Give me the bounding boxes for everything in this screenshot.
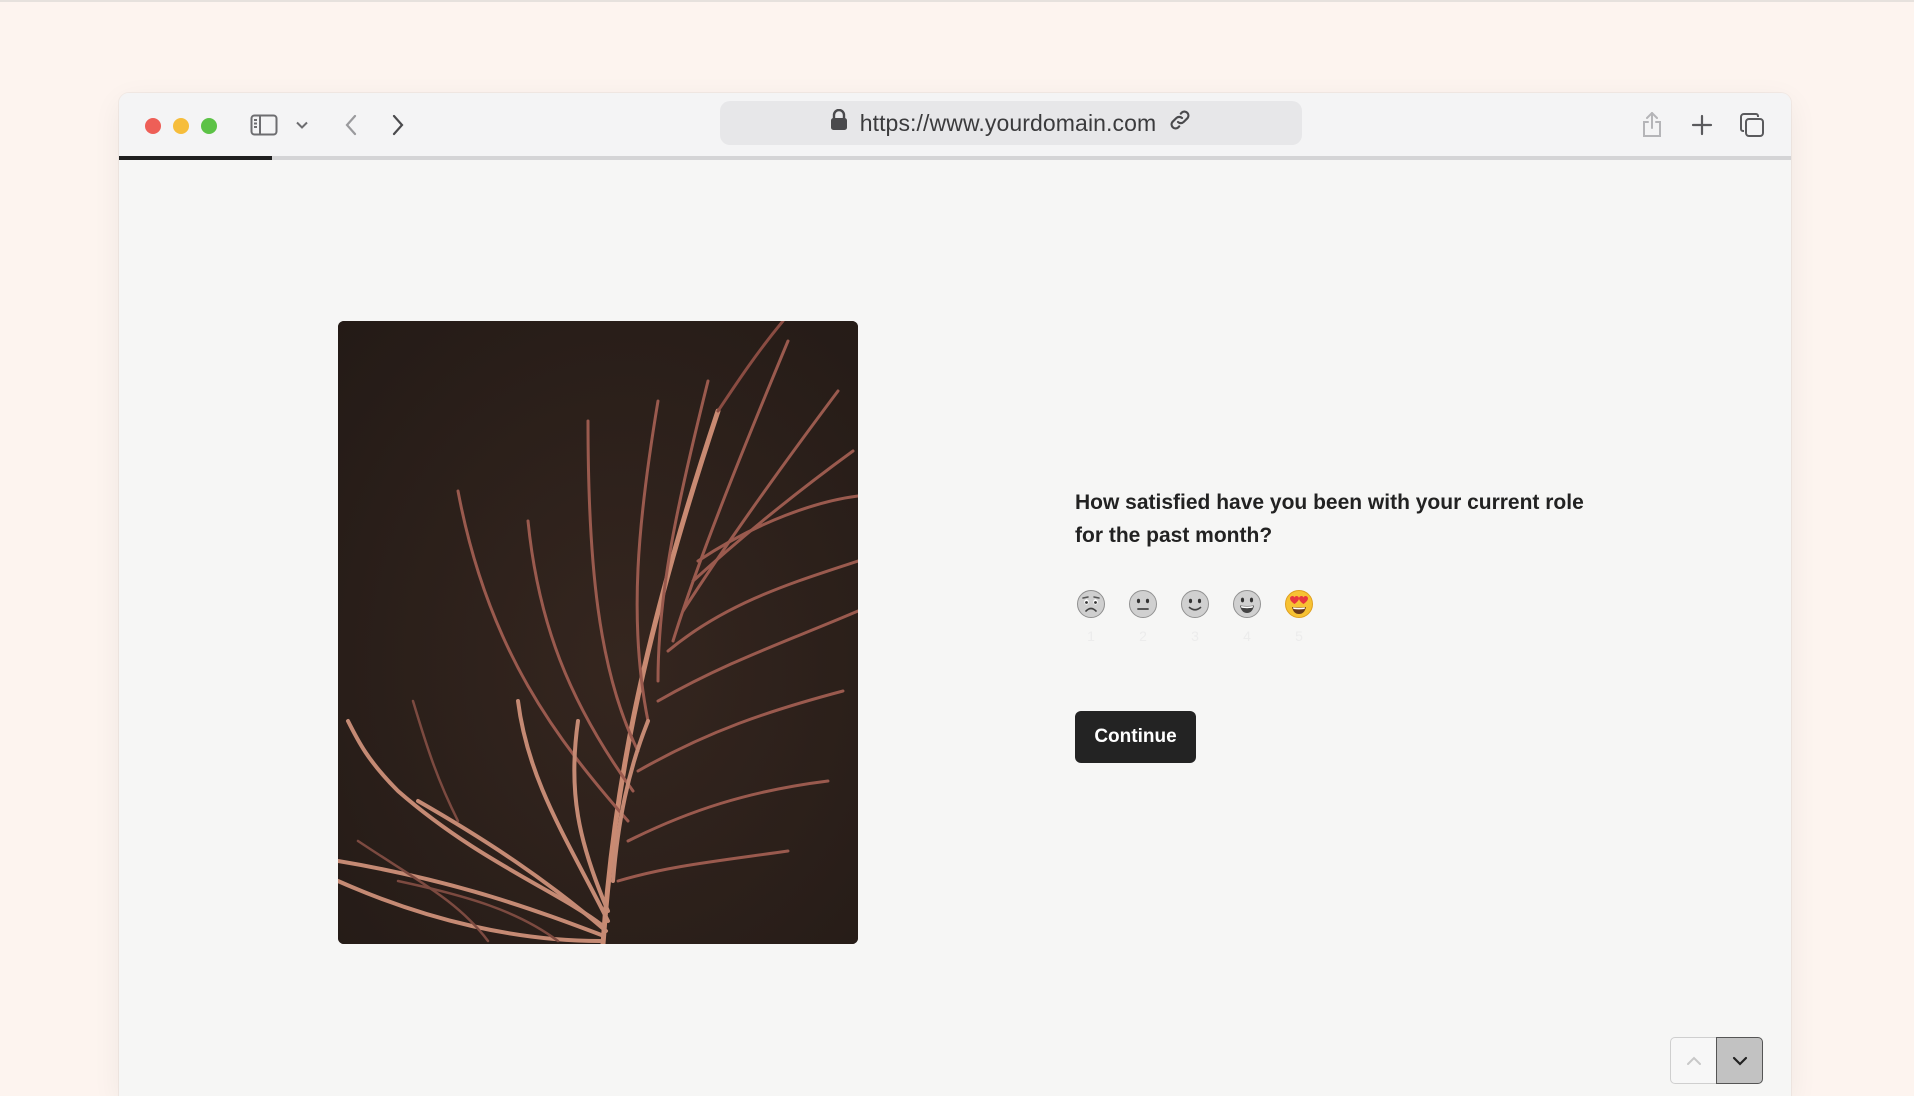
- neutral-face-icon: [1129, 590, 1157, 618]
- page-progress-fill: [119, 156, 272, 160]
- chevron-down-icon: [1732, 1056, 1747, 1066]
- link-icon[interactable]: [1168, 108, 1192, 138]
- dried-palm-leaf-photo: [338, 321, 858, 944]
- forward-arrow-icon[interactable]: [387, 112, 409, 138]
- screen-top-edge: [0, 0, 1914, 2]
- worried-face-icon: [1077, 590, 1105, 618]
- browser-window: https://www.yourdomain.com How satisfied…: [119, 93, 1791, 1096]
- rating-option-4[interactable]: 4: [1231, 589, 1263, 645]
- slightly-smiling-face-icon: [1181, 590, 1209, 618]
- back-arrow-icon[interactable]: [340, 112, 362, 138]
- previous-question-button[interactable]: [1670, 1037, 1717, 1084]
- zoom-window-button[interactable]: [201, 118, 217, 134]
- grinning-face-icon: [1233, 590, 1261, 618]
- rating-option-2[interactable]: 2: [1127, 589, 1159, 645]
- rating-option-5[interactable]: 5: [1283, 589, 1315, 645]
- rating-number: 4: [1243, 628, 1251, 644]
- close-window-button[interactable]: [145, 118, 161, 134]
- survey-question: How satisfied have you been with your cu…: [1075, 491, 1584, 547]
- browser-toolbar: https://www.yourdomain.com: [119, 93, 1791, 156]
- rating-number: 1: [1087, 628, 1095, 644]
- minimize-window-button[interactable]: [173, 118, 189, 134]
- share-icon[interactable]: [1639, 111, 1665, 139]
- rating-option-3[interactable]: 3: [1179, 589, 1211, 645]
- rating-option-1[interactable]: 1: [1075, 589, 1107, 645]
- rating-number: 3: [1191, 628, 1199, 644]
- tab-overview-icon[interactable]: [1738, 111, 1766, 139]
- continue-button[interactable]: Continue: [1075, 711, 1196, 763]
- heart-eyes-face-icon: [1285, 590, 1313, 618]
- page-progress-bar: [119, 156, 1791, 160]
- next-question-button[interactable]: [1716, 1037, 1763, 1084]
- lock-icon: [830, 108, 848, 137]
- address-bar[interactable]: https://www.yourdomain.com: [720, 101, 1302, 145]
- sidebar-toggle-icon[interactable]: [250, 112, 278, 138]
- rating-number: 2: [1139, 628, 1147, 644]
- chevron-up-icon: [1686, 1056, 1701, 1065]
- satisfaction-rating: 1 2 3 4 5: [1075, 589, 1315, 645]
- url-text: https://www.yourdomain.com: [859, 109, 1157, 136]
- chevron-down-icon[interactable]: [295, 116, 309, 134]
- rating-number: 5: [1295, 628, 1303, 644]
- plus-icon[interactable]: [1689, 112, 1715, 138]
